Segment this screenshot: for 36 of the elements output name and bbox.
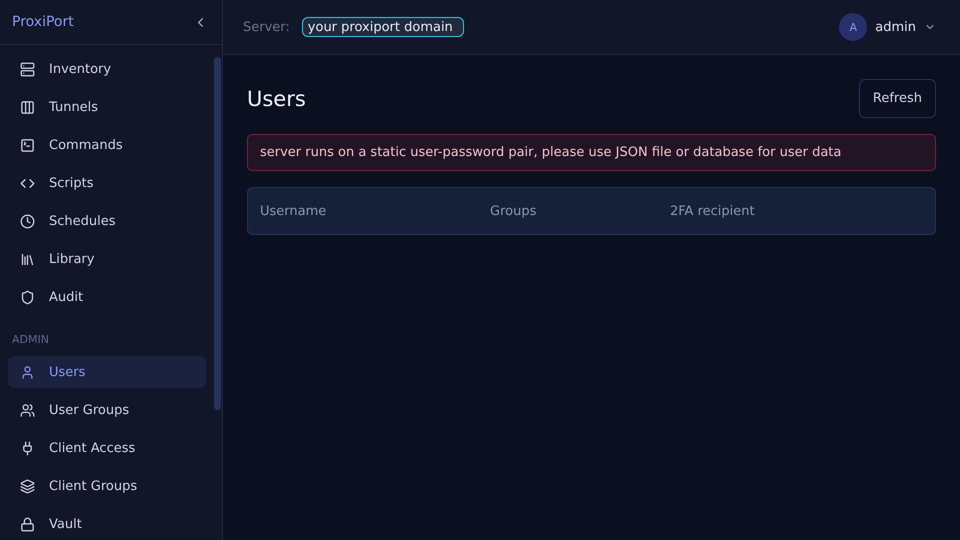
user-icon	[20, 364, 35, 380]
app-logo: ProxiPort	[12, 14, 74, 30]
sidebar-item[interactable]: Client Groups	[8, 470, 206, 502]
sidebar-item[interactable]: Scripts	[8, 167, 206, 199]
books-icon	[20, 252, 35, 266]
users-icon	[20, 402, 35, 418]
plug-icon	[20, 440, 35, 456]
lock-icon	[20, 516, 35, 532]
layers-icon	[20, 478, 35, 494]
sidebar-item[interactable]: User Groups	[8, 394, 206, 426]
error-alert: server runs on a static user-password pair, please use JSON file or database for user data	[247, 134, 936, 171]
sidebar-item[interactable]: Tunnels	[8, 91, 206, 123]
column-header: Groups	[490, 204, 538, 218]
sidebar-item[interactable]: Commands	[8, 129, 206, 161]
sidebar-item[interactable]: Inventory	[8, 53, 206, 85]
refresh-button[interactable]: Refresh	[858, 79, 936, 118]
shield-icon	[20, 290, 35, 304]
clock-icon	[20, 214, 35, 228]
sidebar-item[interactable]: Client Access	[8, 432, 206, 464]
user-name[interactable]: admin	[875, 20, 916, 34]
sidebar-item[interactable]: Audit	[8, 281, 206, 313]
user-avatar[interactable]: A	[839, 13, 868, 41]
server-icon	[20, 62, 35, 76]
server-field[interactable]: your proxiport domain	[302, 17, 464, 37]
terminal-icon	[20, 138, 35, 152]
column-header: 2FA recipient	[670, 204, 756, 218]
sidebar-item[interactable]: Library	[8, 243, 206, 275]
page-title: Users	[247, 86, 306, 110]
columns-icon	[20, 100, 35, 114]
sidebar-item[interactable]: Vault	[8, 508, 206, 540]
column-header: Username	[260, 204, 328, 218]
scrollbar[interactable]	[214, 57, 221, 410]
section-heading: ADMIN	[11, 332, 50, 348]
sidebar-item[interactable]: Schedules	[8, 205, 206, 237]
sidebar-item[interactable]: Users	[8, 356, 206, 388]
server-label: Server:	[243, 20, 290, 34]
